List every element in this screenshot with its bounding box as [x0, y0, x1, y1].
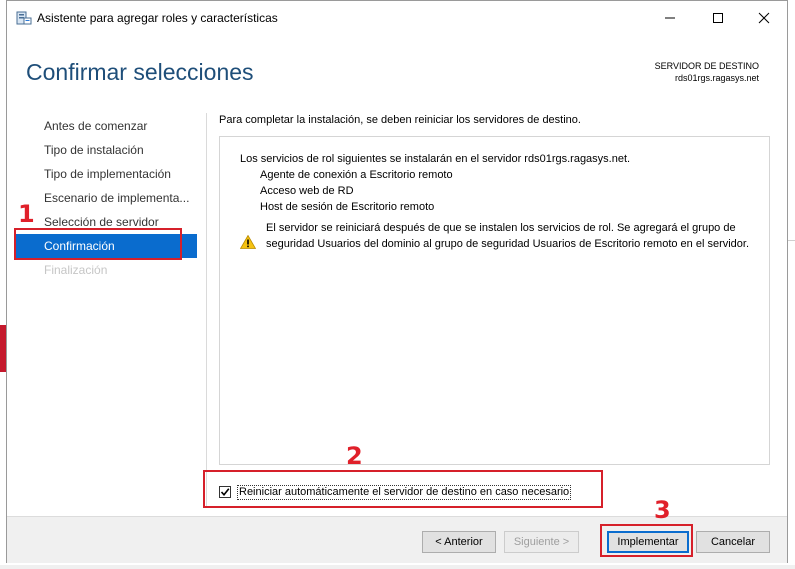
annotation-number-1: 1: [18, 200, 35, 228]
nav-item-completion: Finalización: [44, 263, 108, 277]
destination-server-name: rds01rgs.ragasys.net: [674, 73, 759, 83]
close-icon: [758, 12, 770, 24]
restart-required-text: Para completar la instalación, se deben …: [219, 114, 581, 126]
nav-item-deployment-type[interactable]: Tipo de implementación: [15, 162, 197, 186]
nav-item-before-you-begin[interactable]: Antes de comenzar: [15, 114, 197, 138]
annotation-number-2: 2: [346, 442, 363, 470]
previous-button[interactable]: < Anterior: [422, 531, 496, 553]
close-button[interactable]: [741, 1, 787, 35]
nav-item-installation-type[interactable]: Tipo de instalación: [15, 138, 197, 162]
server-manager-icon: [16, 11, 32, 25]
role-services-intro: Los servicios de rol siguientes se insta…: [240, 153, 631, 165]
minimize-icon: [665, 17, 675, 19]
annotation-box-1: [14, 228, 182, 260]
maximize-icon: [713, 13, 723, 23]
role-service-item: Host de sesión de Escritorio remoto: [260, 201, 435, 213]
restart-warning-text: El servidor se reiniciará después de que…: [266, 222, 750, 250]
annotation-box-3: [600, 524, 693, 557]
page-title: Confirmar selecciones: [26, 59, 254, 85]
nav-item-deployment-scenario[interactable]: Escenario de implementa...: [15, 186, 197, 210]
maximize-button[interactable]: [695, 1, 741, 35]
nav-divider: [206, 113, 207, 508]
title-bar[interactable]: Asistente para agregar roles y caracterí…: [7, 1, 787, 35]
background-bottom: [0, 565, 795, 569]
confirmation-details[interactable]: Los servicios de rol siguientes se insta…: [219, 136, 770, 465]
annotation-box-2: [203, 470, 603, 508]
role-service-item: Acceso web de RD: [260, 185, 354, 197]
annotation-number-3: 3: [654, 496, 671, 524]
minimize-button[interactable]: [647, 1, 693, 35]
warning-icon: [240, 235, 256, 249]
destination-server-label: SERVIDOR DE DESTINO: [654, 61, 759, 71]
window-title: Asistente para agregar roles y caracterí…: [37, 11, 278, 25]
cancel-button[interactable]: Cancelar: [696, 531, 770, 553]
role-service-item: Agente de conexión a Escritorio remoto: [260, 169, 453, 181]
background-divider: [788, 240, 795, 241]
next-button: Siguiente >: [504, 531, 579, 553]
